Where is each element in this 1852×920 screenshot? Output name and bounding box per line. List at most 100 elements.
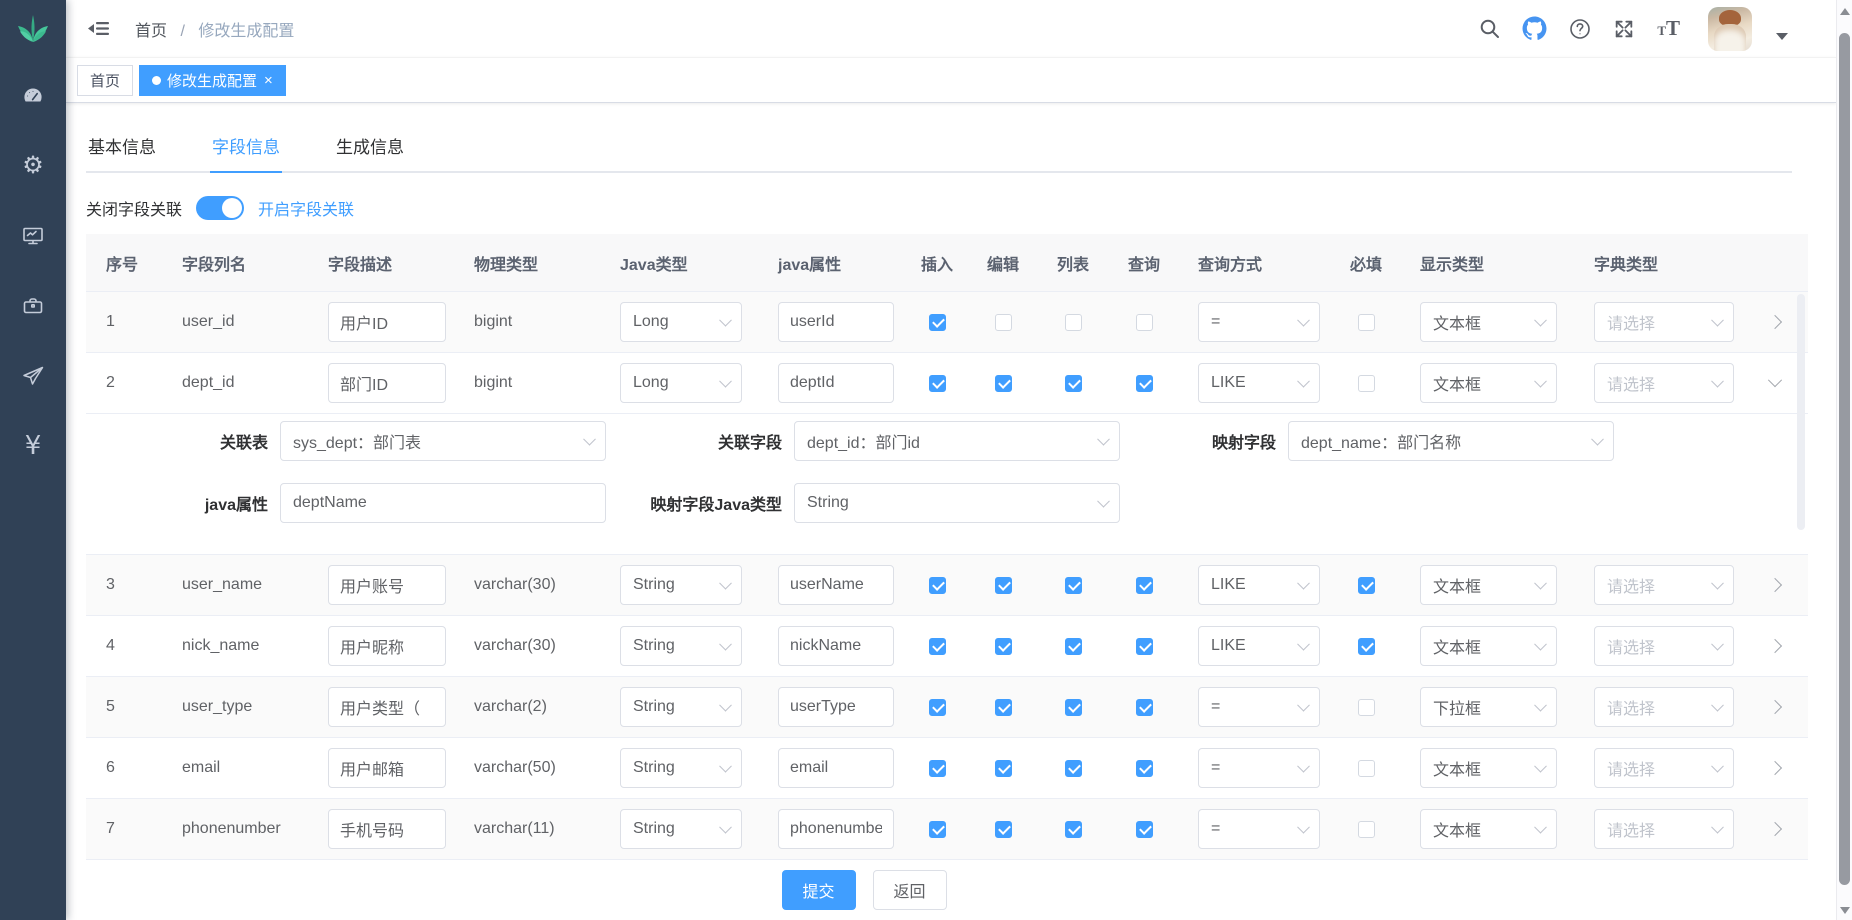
edit-checkbox[interactable] [995,699,1012,716]
list-checkbox[interactable] [1065,314,1082,331]
sidebar-item-finance[interactable]: ¥ [0,433,66,459]
expand-row-icon[interactable] [1768,822,1782,836]
tab-gen-info[interactable]: 生成信息 [334,133,406,173]
required-checkbox[interactable] [1358,375,1375,392]
list-checkbox[interactable] [1065,577,1082,594]
scroll-up-icon[interactable] [1840,8,1850,15]
java-type-select[interactable]: Long [620,302,742,342]
required-checkbox[interactable] [1358,638,1375,655]
tab-field-info[interactable]: 字段信息 [210,133,282,173]
font-size-icon[interactable]: TT [1657,16,1680,41]
assoc-field-select[interactable]: dept_id：部门id [794,421,1120,461]
java-field-input[interactable] [778,565,894,605]
page-scrollbar[interactable] [1836,0,1852,920]
list-checkbox[interactable] [1065,699,1082,716]
tab-basic-info[interactable]: 基本信息 [86,133,158,173]
dict-type-select[interactable]: 请选择 [1594,809,1734,849]
insert-checkbox[interactable] [929,821,946,838]
app-logo[interactable] [0,0,66,57]
help-icon[interactable] [1569,18,1591,40]
expand-row-icon[interactable] [1768,639,1782,653]
java-field-input[interactable] [778,748,894,788]
required-checkbox[interactable] [1358,699,1375,716]
query-checkbox[interactable] [1136,577,1153,594]
tag-close-icon[interactable]: × [264,73,273,88]
required-checkbox[interactable] [1358,314,1375,331]
column-desc-input[interactable] [328,565,446,605]
html-type-select[interactable]: 文本框 [1420,626,1557,666]
java-field-input[interactable] [778,363,894,403]
edit-checkbox[interactable] [995,314,1012,331]
submit-button[interactable]: 提交 [782,870,856,910]
expand-row-icon[interactable] [1768,700,1782,714]
edit-checkbox[interactable] [995,638,1012,655]
html-type-select[interactable]: 文本框 [1420,565,1557,605]
column-desc-input[interactable] [328,809,446,849]
map-field-select[interactable]: dept_name：部门名称 [1288,421,1614,461]
java-type-select[interactable]: Long [620,363,742,403]
java-field-input[interactable] [778,687,894,727]
query-checkbox[interactable] [1136,699,1153,716]
java-type-select[interactable]: String [620,687,742,727]
expand-row-icon[interactable] [1768,373,1782,387]
dict-type-select[interactable]: 请选择 [1594,626,1734,666]
java-type-select[interactable]: String [620,565,742,605]
table-scrollbar-thumb[interactable] [1797,294,1805,530]
caret-down-icon[interactable] [1776,33,1788,40]
column-desc-input[interactable] [328,302,446,342]
java-attr-input[interactable] [280,483,606,523]
query-type-select[interactable]: = [1198,687,1320,727]
dict-type-select[interactable]: 请选择 [1594,302,1734,342]
association-switch[interactable] [196,196,244,220]
query-checkbox[interactable] [1136,638,1153,655]
scroll-down-icon[interactable] [1840,907,1850,914]
back-button[interactable]: 返回 [873,870,947,910]
query-checkbox[interactable] [1136,821,1153,838]
insert-checkbox[interactable] [929,375,946,392]
java-type-select[interactable]: String [620,626,742,666]
html-type-select[interactable]: 文本框 [1420,302,1557,342]
query-checkbox[interactable] [1136,760,1153,777]
edit-checkbox[interactable] [995,821,1012,838]
list-checkbox[interactable] [1065,821,1082,838]
html-type-select[interactable]: 下拉框 [1420,687,1557,727]
map-java-type-select[interactable]: String [794,483,1120,523]
insert-checkbox[interactable] [929,314,946,331]
column-desc-input[interactable] [328,748,446,788]
column-desc-input[interactable] [328,626,446,666]
query-type-select[interactable]: LIKE [1198,363,1320,403]
insert-checkbox[interactable] [929,577,946,594]
sidebar-item-dashboard[interactable] [0,83,66,109]
expand-row-icon[interactable] [1768,315,1782,329]
query-checkbox[interactable] [1136,314,1153,331]
java-field-input[interactable] [778,302,894,342]
search-icon[interactable] [1479,18,1500,39]
query-type-select[interactable]: = [1198,809,1320,849]
query-type-select[interactable]: LIKE [1198,626,1320,666]
list-checkbox[interactable] [1065,375,1082,392]
list-checkbox[interactable] [1065,638,1082,655]
edit-checkbox[interactable] [995,375,1012,392]
required-checkbox[interactable] [1358,821,1375,838]
association-enable-link[interactable]: 开启字段关联 [258,196,354,220]
column-desc-input[interactable] [328,687,446,727]
sidebar-item-monitor[interactable] [0,223,66,249]
query-type-select[interactable]: = [1198,748,1320,788]
dict-type-select[interactable]: 请选择 [1594,748,1734,788]
insert-checkbox[interactable] [929,760,946,777]
edit-checkbox[interactable] [995,760,1012,777]
html-type-select[interactable]: 文本框 [1420,809,1557,849]
edit-checkbox[interactable] [995,577,1012,594]
breadcrumb-home[interactable]: 首页 [135,23,167,40]
insert-checkbox[interactable] [929,638,946,655]
expand-row-icon[interactable] [1768,578,1782,592]
list-checkbox[interactable] [1065,760,1082,777]
java-type-select[interactable]: String [620,809,742,849]
tag-home[interactable]: 首页 [77,65,133,96]
query-type-select[interactable]: LIKE [1198,565,1320,605]
java-field-input[interactable] [778,626,894,666]
sidebar-item-deploy[interactable] [0,363,66,389]
assoc-table-select[interactable]: sys_dept：部门表 [280,421,606,461]
insert-checkbox[interactable] [929,699,946,716]
sidebar-item-tool[interactable] [0,293,66,319]
